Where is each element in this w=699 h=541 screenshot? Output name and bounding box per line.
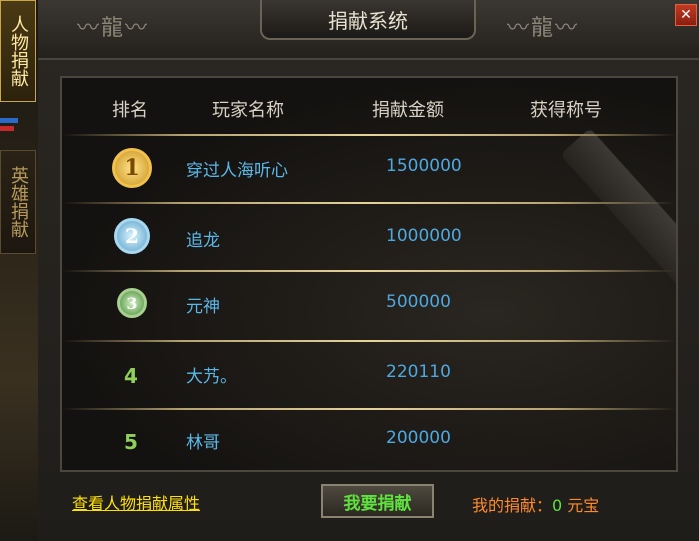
- tab-character-donation[interactable]: 人物捐献: [0, 0, 36, 102]
- donation-amount: 1500000: [386, 156, 462, 176]
- donation-amount: 220110: [386, 362, 451, 382]
- close-button[interactable]: ✕: [675, 4, 697, 26]
- bronze-medal-icon: 3: [117, 288, 147, 318]
- tab-hero-donation-label: 英雄捐献: [8, 166, 29, 238]
- tab-character-donation-label: 人物捐献: [8, 15, 29, 87]
- donation-panel: 〰龍〰 捐献系统 〰龍〰 ✕ 排名 玩家名称 捐献金额 获得称号 1 穿过人海听…: [38, 0, 699, 541]
- table-row: 4 大艿。 220110: [62, 342, 676, 408]
- player-name: 穿过人海听心: [186, 161, 288, 181]
- table-row: 1 穿过人海听心 1500000: [62, 136, 676, 202]
- window-title: 捐献系统: [260, 0, 476, 40]
- player-name: 林哥: [186, 433, 220, 453]
- table-header: 排名 玩家名称 捐献金额 获得称号: [62, 78, 676, 134]
- player-name: 元神: [186, 297, 220, 317]
- donation-amount: 1000000: [386, 226, 462, 246]
- donate-button-label: 我要捐献: [343, 493, 412, 514]
- header-bar: 〰龍〰 捐献系统 〰龍〰 ✕: [38, 0, 699, 60]
- player-name: 追龙: [186, 231, 220, 251]
- ranking-table: 排名 玩家名称 捐献金额 获得称号 1 穿过人海听心 1500000 2 追龙 …: [60, 76, 678, 472]
- header-donation-amount: 捐献金额: [372, 100, 444, 121]
- rank-number: 5: [124, 430, 138, 454]
- close-icon: ✕: [680, 7, 692, 23]
- gold-medal-icon: 1: [112, 148, 152, 188]
- header-title-earned: 获得称号: [530, 100, 602, 121]
- donation-amount: 500000: [386, 292, 451, 312]
- table-row: 3 元神 500000: [62, 272, 676, 338]
- my-donation-display: 我的捐献：0 元宝: [472, 492, 599, 516]
- right-dragon-ornament-icon: 〰龍〰: [506, 16, 579, 41]
- my-donation-value: 0: [552, 496, 563, 515]
- left-sidebar: 人物捐献 英雄捐献: [0, 0, 38, 541]
- left-dragon-ornament-icon: 〰龍〰: [76, 16, 149, 41]
- header-player-name: 玩家名称: [212, 100, 284, 121]
- my-donation-unit: 元宝: [567, 496, 600, 515]
- rank-number: 4: [124, 364, 138, 388]
- view-donation-attributes-link[interactable]: 查看人物捐献属性: [72, 490, 200, 514]
- my-donation-label: 我的捐献：: [472, 496, 553, 515]
- side-status-bars: [0, 118, 18, 144]
- tab-hero-donation[interactable]: 英雄捐献: [0, 150, 36, 254]
- donation-amount: 200000: [386, 428, 451, 448]
- window-title-text: 捐献系统: [328, 8, 408, 33]
- silver-medal-icon: 2: [114, 218, 150, 254]
- table-row: 2 追龙 1000000: [62, 204, 676, 270]
- table-row: 5 林哥 200000: [62, 410, 676, 470]
- header-rank: 排名: [112, 100, 148, 121]
- player-name: 大艿。: [186, 367, 237, 387]
- donate-button[interactable]: 我要捐献: [321, 484, 434, 518]
